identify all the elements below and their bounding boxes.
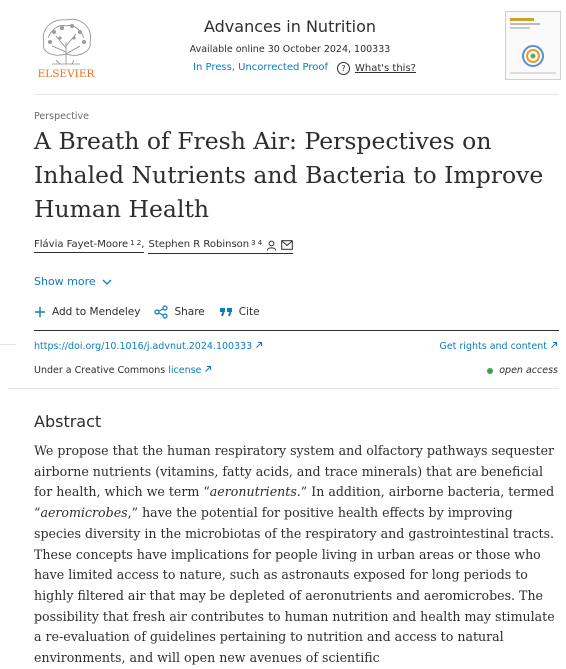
doi-text: https://doi.org/10.1016/j.advnut.2024.10… xyxy=(34,341,253,352)
share-label: Share xyxy=(174,306,205,318)
author-list: Flávia Fayet-Moore 1 2 , Stephen R Robin… xyxy=(34,239,294,254)
author-2-affiliations[interactable]: 3 4 xyxy=(251,239,262,247)
abstract-text: We propose that the human respiratory sy… xyxy=(34,441,558,669)
whats-this-button[interactable]: ? What's this? xyxy=(337,62,416,75)
author-1-affiliations[interactable]: 1 2 xyxy=(130,239,141,247)
doi-link[interactable]: https://doi.org/10.1016/j.advnut.2024.10… xyxy=(34,341,263,352)
actions-divider xyxy=(34,330,559,331)
whats-this-label: What's this? xyxy=(355,63,416,74)
elsevier-tree-icon: ELSEVIER xyxy=(38,18,96,80)
in-press-link[interactable]: In Press, Uncorrected Proof xyxy=(193,62,328,73)
cite-label: Cite xyxy=(238,306,260,318)
author-2-name: Stephen R Robinson xyxy=(148,239,250,250)
open-access-dot-icon xyxy=(487,367,494,374)
show-more-button[interactable]: Show more xyxy=(34,275,112,288)
share-button[interactable]: Share xyxy=(154,305,205,319)
show-more-label: Show more xyxy=(34,275,96,288)
journal-title[interactable]: Advances in Nutrition xyxy=(160,17,420,36)
journal-cover-thumbnail[interactable] xyxy=(505,11,561,80)
license-line: Under a Creative Commons license xyxy=(34,365,212,376)
external-link-icon xyxy=(205,366,212,372)
license-divider xyxy=(8,388,559,389)
external-link-icon xyxy=(551,342,557,348)
left-edge-divider xyxy=(0,344,16,345)
abstract-term-aeronutrients: aeronutrients xyxy=(209,484,297,500)
rights-text: Get rights and content xyxy=(439,341,547,352)
plus-icon xyxy=(35,307,45,317)
external-link-icon xyxy=(256,342,263,348)
abstract-text-3: ,” have the potential for positive healt… xyxy=(34,505,555,666)
share-icon xyxy=(154,305,169,319)
question-icon: ? xyxy=(337,62,350,75)
article-title: A Breath of Fresh Air: Perspectives on I… xyxy=(34,127,544,223)
license-link[interactable]: license xyxy=(168,365,201,376)
cite-button[interactable]: Cite xyxy=(219,306,260,318)
open-access-badge: open access xyxy=(487,365,558,376)
get-rights-link[interactable]: Get rights and content xyxy=(439,341,558,352)
available-online-date: Available online 30 October 2024, 100333 xyxy=(189,44,391,55)
publisher-wordmark: ELSEVIER xyxy=(38,68,96,80)
author-1-name: Flávia Fayet-Moore xyxy=(34,239,129,250)
header-divider xyxy=(34,94,559,95)
quote-icon xyxy=(219,308,232,317)
open-access-label: open access xyxy=(499,365,558,376)
email-icon[interactable] xyxy=(281,240,294,250)
author-separator: , xyxy=(141,239,145,250)
license-prefix: Under a Creative Commons xyxy=(34,365,166,376)
author-2[interactable]: Stephen R Robinson 3 4 xyxy=(148,239,294,254)
mendeley-label: Add to Mendeley xyxy=(52,306,141,318)
abstract-heading: Abstract xyxy=(34,412,102,431)
add-to-mendeley-button[interactable]: Add to Mendeley xyxy=(34,306,140,318)
chevron-down-icon xyxy=(102,279,112,285)
abstract-term-aeromicrobes: aeromicrobes xyxy=(40,505,128,521)
elsevier-logo[interactable]: ELSEVIER xyxy=(34,12,98,80)
article-type-label: Perspective xyxy=(34,111,90,122)
person-icon xyxy=(266,240,277,251)
article-actions: Add to Mendeley Share Cite xyxy=(34,305,274,319)
author-1[interactable]: Flávia Fayet-Moore 1 2 , xyxy=(34,239,145,253)
journal-cover-icon xyxy=(510,18,556,74)
